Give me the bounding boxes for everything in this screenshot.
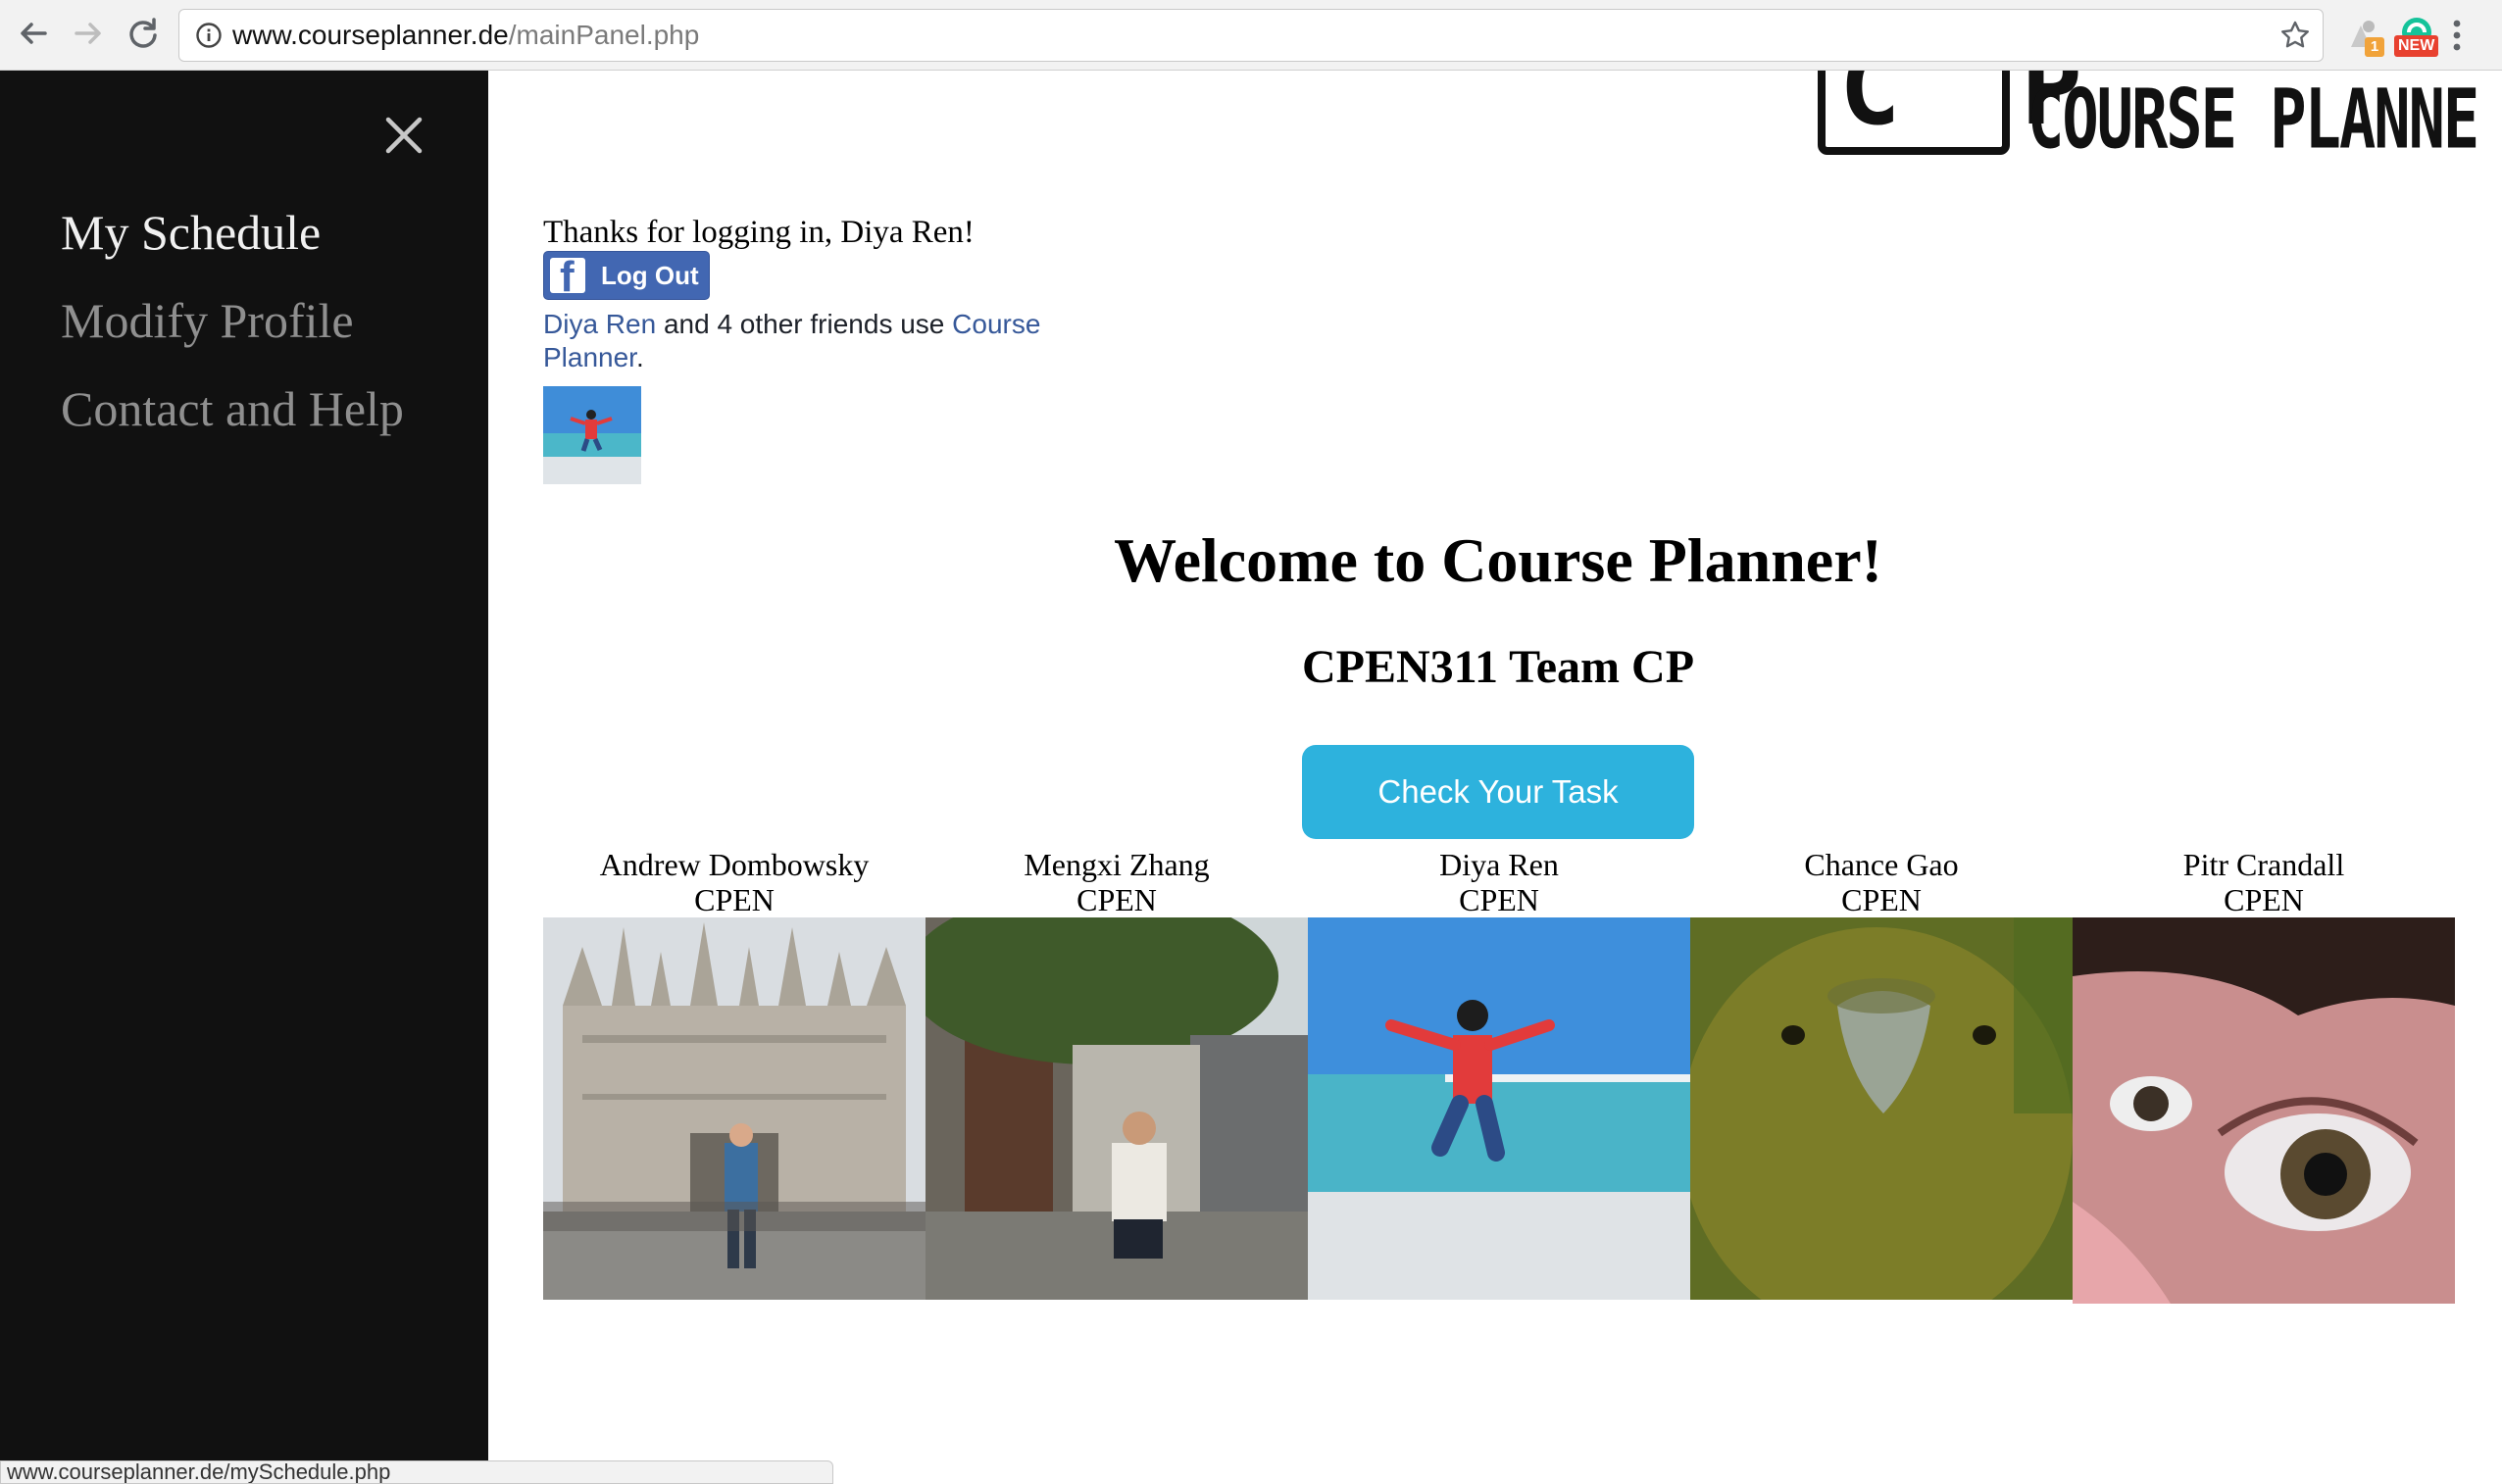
close-icon[interactable] — [382, 114, 425, 157]
member-name: Andrew Dombowsky — [599, 847, 870, 882]
url-host: www.courseplanner.de — [232, 20, 509, 50]
course-planner-logo: C P COURSE PLANNER — [1812, 71, 2477, 161]
check-task-button[interactable]: Check Your Task — [1302, 745, 1694, 839]
bookmark-star-icon[interactable] — [2279, 20, 2311, 51]
back-arrow-icon[interactable] — [12, 12, 55, 55]
team-member-card: Diya Ren CPEN — [1308, 847, 1690, 1300]
browser-toolbar: www.courseplanner.de/mainPanel.php 1 NEW — [0, 0, 2502, 71]
member-dept: CPEN — [1459, 882, 1539, 917]
welcome-heading: Welcome to Course Planner! — [1114, 525, 1882, 595]
info-icon[interactable] — [195, 22, 223, 49]
reload-icon[interactable] — [122, 12, 165, 55]
team-member-card: Pitr Crandall CPEN — [2073, 847, 2455, 1304]
sidebar-item-contact-help[interactable]: Contact and Help — [61, 379, 404, 438]
extension-badge: 1 — [2365, 37, 2384, 57]
login-greeting: Thanks for logging in, Diya Ren! — [543, 215, 975, 250]
team-member-card: Chance Gao CPEN — [1690, 847, 2073, 1300]
member-dept: CPEN — [1841, 882, 1922, 917]
member-name: Chance Gao — [1804, 847, 1959, 882]
profile-picture[interactable] — [543, 386, 641, 484]
team-heading: CPEN311 Team CP — [1301, 641, 1695, 693]
team-member-card: Andrew Dombowsky CPEN — [543, 847, 926, 1300]
more-vert-icon[interactable] — [2449, 16, 2465, 55]
alley-photo — [926, 917, 1308, 1300]
friend-name-link[interactable]: Diya Ren — [543, 309, 656, 339]
friends-end: . — [635, 342, 644, 372]
member-name: Pitr Crandall — [2182, 847, 2345, 882]
eye-photo — [2073, 917, 2455, 1304]
cathedral-photo — [543, 917, 926, 1300]
forward-arrow-icon[interactable] — [67, 12, 110, 55]
url-path: /mainPanel.php — [508, 20, 700, 50]
facebook-logout-button[interactable]: f Log Out — [543, 251, 710, 300]
sidebar-nav: My Schedule Modify Profile Contact and H… — [0, 71, 488, 1476]
member-dept: CPEN — [1076, 882, 1157, 917]
member-dept: CPEN — [2224, 882, 2304, 917]
address-bar[interactable]: www.courseplanner.de/mainPanel.php — [178, 9, 2324, 62]
beach-photo — [1308, 917, 1690, 1300]
friends-using-app: Diya Ren and 4 other friends use Course … — [543, 308, 1073, 374]
friends-text: and 4 other friends use — [656, 309, 953, 339]
url-text[interactable]: www.courseplanner.de/mainPanel.php — [232, 20, 699, 51]
status-bar-url: www.courseplanner.de/mySchedule.php — [0, 1460, 833, 1484]
member-dept: CPEN — [694, 882, 775, 917]
facebook-icon: f — [550, 256, 585, 299]
member-name: Mengxi Zhang — [1024, 847, 1210, 882]
logout-label: Log Out — [601, 261, 699, 290]
sidebar-item-modify-profile[interactable]: Modify Profile — [61, 291, 354, 350]
team-member-card: Mengxi Zhang CPEN — [926, 847, 1308, 1300]
member-name: Diya Ren — [1439, 847, 1559, 882]
sidebar-item-my-schedule[interactable]: My Schedule — [61, 203, 321, 262]
new-badge: NEW — [2394, 35, 2439, 57]
parrot-photo — [1690, 917, 2073, 1300]
logo-wordmark: COURSE PLANNER — [2027, 71, 2477, 161]
